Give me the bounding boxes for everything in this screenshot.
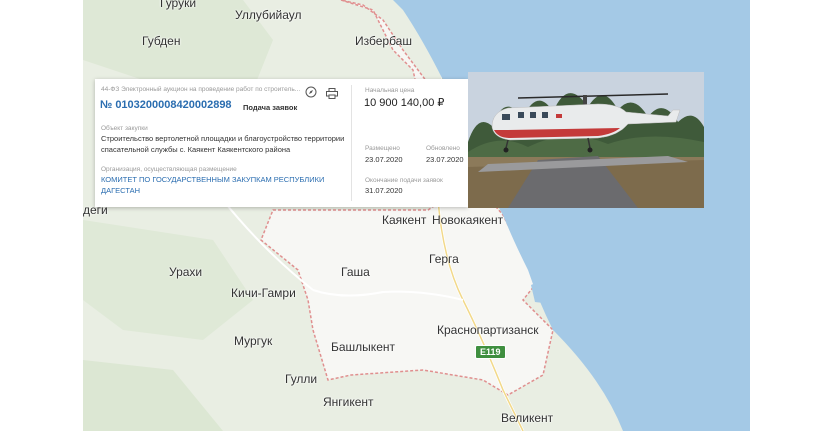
town-kayakent: Каякент — [382, 213, 427, 227]
town-krasnopartizansk: Краснопартизанск — [437, 323, 539, 337]
town-gasha: Гаша — [341, 265, 370, 279]
road-shield-e119: E119 — [475, 345, 506, 359]
deadline-date: 31.07.2020 — [365, 186, 403, 195]
town-urakhi: Урахи — [169, 265, 203, 279]
price-value: 10 900 140,00 ₽ — [364, 97, 445, 109]
object-text: Строительство вертолетной площадки и бла… — [101, 134, 345, 154]
town-guruki: Гуруки — [160, 0, 197, 10]
town-velikent: Великент — [501, 411, 554, 425]
town-kichi-gamri: Кичи-Гамри — [231, 286, 296, 300]
town-gubden: Губден — [142, 34, 181, 48]
town-gulli: Гулли — [285, 372, 318, 386]
tender-card: 44-ФЗ Электронный аукцион на проведение … — [95, 79, 468, 207]
helicopter-photo — [468, 72, 704, 208]
posted-label: Размещено — [365, 145, 400, 152]
tender-number-link[interactable]: № 0103200008420002898 — [100, 99, 232, 111]
org-label: Организация, осуществляющая размещение — [101, 166, 237, 173]
procedure-type: 44-ФЗ Электронный аукцион на проведение … — [101, 86, 301, 93]
town-gerga: Герга — [429, 252, 459, 266]
status-badge: Подача заявок — [243, 103, 298, 112]
deadline-label: Окончание подачи заявок — [365, 177, 443, 184]
town-izberbash: Избербаш — [355, 34, 412, 48]
card-divider — [351, 85, 352, 201]
compass-icon[interactable] — [305, 85, 317, 98]
price-label: Начальная цена — [365, 87, 415, 94]
updated-date: 23.07.2020 — [426, 155, 464, 164]
town-bashlykent: Башлыкент — [331, 340, 395, 354]
org-name-link[interactable]: КОМИТЕТ ПО ГОСУДАРСТВЕННЫМ ЗАКУПКАМ РЕСП… — [101, 174, 326, 196]
object-label: Объект закупки — [101, 125, 148, 132]
updated-label: Обновлено — [426, 145, 460, 152]
town-ullubiyaul: Уллубийаул — [235, 8, 302, 22]
town-yangikent: Янгикент — [323, 395, 374, 409]
town-novokayakent: Новокаякент — [432, 213, 504, 227]
map-view[interactable]: Гуруки Уллубийаул Губден Избербаш деги К… — [83, 0, 750, 431]
town-murguk: Мургук — [234, 334, 273, 348]
posted-date: 23.07.2020 — [365, 155, 403, 164]
print-icon[interactable] — [326, 86, 338, 99]
